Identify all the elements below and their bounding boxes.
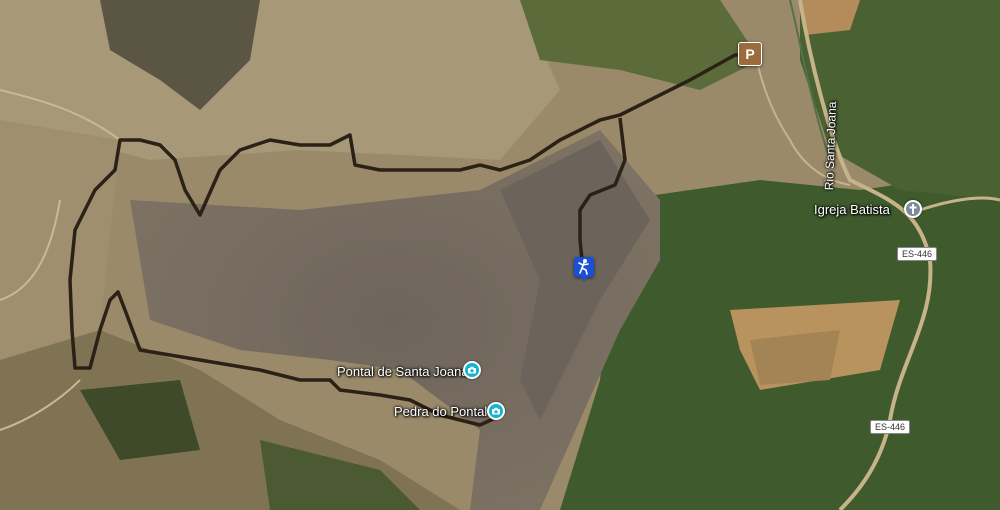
place-label-pedra-do-pontal[interactable]: Pedra do Pontal — [394, 404, 487, 419]
climbing-marker[interactable] — [574, 257, 594, 282]
road-shield-es446-upper: ES-446 — [897, 247, 938, 261]
place-label-pontal-santa-joana[interactable]: Pontal de Santa Joana — [337, 364, 469, 379]
road-shield-es446-lower: ES-446 — [870, 420, 911, 434]
parking-icon: P — [745, 46, 755, 62]
camera-icon[interactable] — [487, 402, 505, 420]
place-label-igreja-batista[interactable]: Igreja Batista — [814, 202, 890, 217]
climbing-icon — [578, 259, 589, 275]
satellite-terrain — [0, 0, 1000, 510]
camera-icon[interactable] — [463, 361, 481, 379]
parking-marker[interactable]: P — [738, 42, 762, 66]
cross-icon[interactable] — [904, 200, 922, 218]
satellite-map[interactable]: P Pontal de Santa Joana Pedra do Pontal … — [0, 0, 1000, 510]
